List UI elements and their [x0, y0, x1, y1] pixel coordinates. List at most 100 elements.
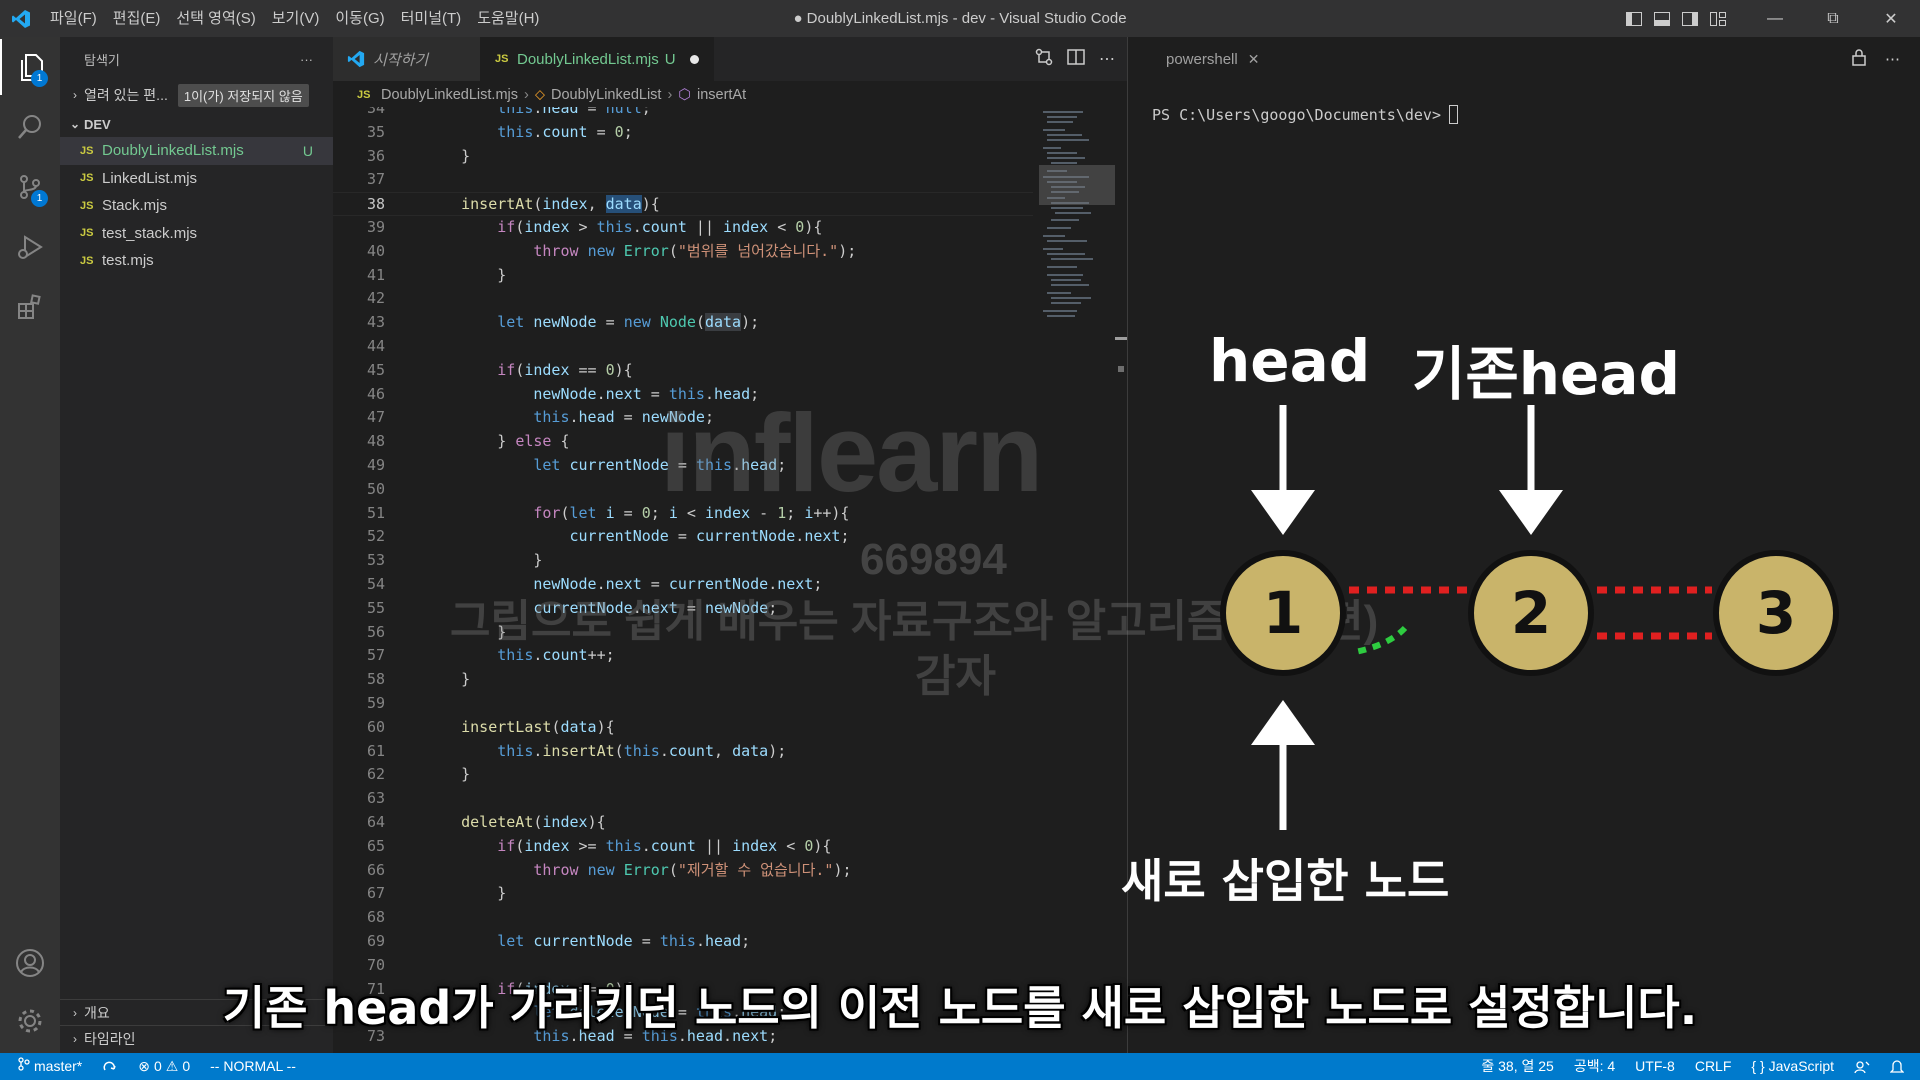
code-line[interactable]: 39 if(index > this.count || index < 0){: [333, 216, 1033, 240]
lock-icon[interactable]: [1851, 48, 1867, 70]
code-line[interactable]: 48 } else {: [333, 430, 1033, 454]
toggle-secondary-sidebar-icon[interactable]: [1676, 0, 1704, 37]
menu-view[interactable]: 보기(V): [264, 0, 328, 37]
code-line[interactable]: 38 insertAt(index, data){: [333, 192, 1033, 216]
code-line[interactable]: 60 insertLast(data){: [333, 716, 1033, 740]
scrollbar[interactable]: [1115, 337, 1127, 372]
code-line[interactable]: 56 }: [333, 621, 1033, 645]
more-actions-icon[interactable]: ⋯: [1885, 50, 1900, 68]
source-control-icon[interactable]: 1: [0, 159, 60, 215]
code-editor[interactable]: 34 this.head = null; 35 this.count = 0; 36…: [333, 107, 1127, 1053]
code-line[interactable]: 68: [333, 906, 1033, 930]
tab-powershell[interactable]: powershell: [1166, 51, 1238, 68]
file-name: DoublyLinkedList.mjs: [102, 142, 244, 160]
minimap[interactable]: [1039, 107, 1115, 327]
file-item-doublylinkedlist[interactable]: JS DoublyLinkedList.mjs U: [60, 137, 333, 165]
open-editors-section[interactable]: › 열려 있는 편... 1이(가) 저장되지 않음: [60, 82, 333, 108]
indentation[interactable]: 공백: 4: [1564, 1053, 1625, 1080]
sync-icon[interactable]: [92, 1053, 128, 1080]
menu-edit[interactable]: 편집(E): [105, 0, 169, 37]
run-debug-icon[interactable]: [0, 219, 60, 275]
close-icon[interactable]: ✕: [1248, 51, 1260, 68]
minimize-icon[interactable]: —: [1746, 0, 1804, 37]
compare-changes-icon[interactable]: [1035, 48, 1053, 71]
folder-dev-section[interactable]: ⌄ DEV: [60, 111, 333, 137]
close-icon[interactable]: ✕: [1862, 0, 1920, 37]
code-line[interactable]: 44: [333, 335, 1033, 359]
git-branch-icon: [18, 1053, 30, 1080]
tab-welcome[interactable]: 시작하기: [333, 37, 481, 81]
code-line[interactable]: 66 throw new Error("제거할 수 없습니다.");: [333, 859, 1033, 883]
problems-status[interactable]: ⊗ 0 ⚠ 0: [128, 1053, 200, 1080]
menu-file[interactable]: 파일(F): [42, 0, 105, 37]
encoding[interactable]: UTF-8: [1625, 1053, 1685, 1080]
code-line[interactable]: 40 throw new Error("범위를 넘어갔습니다.");: [333, 240, 1033, 264]
breadcrumb-class[interactable]: DoublyLinkedList: [551, 87, 661, 103]
code-line[interactable]: 65 if(index >= this.count || index < 0){: [333, 835, 1033, 859]
code-text: } else {: [425, 432, 570, 451]
branch-status[interactable]: master*: [0, 1053, 92, 1080]
code-line[interactable]: 37: [333, 168, 1033, 192]
line-number: 55: [366, 598, 385, 617]
breadcrumb-method[interactable]: insertAt: [697, 87, 746, 103]
customize-layout-icon[interactable]: [1704, 0, 1732, 37]
code-line[interactable]: 55 currentNode.next = newNode;: [333, 597, 1033, 621]
code-line[interactable]: 53 }: [333, 549, 1033, 573]
terminal-prompt[interactable]: PS C:\Users\googo\Documents\dev>: [1152, 105, 1458, 124]
code-line[interactable]: 34 this.head = null;: [333, 107, 1033, 121]
code-line[interactable]: 52 currentNode = currentNode.next;: [333, 525, 1033, 549]
menu-go[interactable]: 이동(G): [327, 0, 392, 37]
explorer-icon[interactable]: 1: [0, 39, 60, 95]
file-item-linkedlist[interactable]: JS LinkedList.mjs: [60, 165, 333, 193]
tab-doublylinkedlist[interactable]: JS DoublyLinkedList.mjs U: [481, 37, 714, 81]
file-item-test[interactable]: JS test.mjs: [60, 247, 333, 275]
code-line[interactable]: 51 for(let i = 0; i < index - 1; i++){: [333, 502, 1033, 526]
notifications-bell-icon[interactable]: [1880, 1053, 1920, 1080]
code-line[interactable]: 42: [333, 287, 1033, 311]
code-line[interactable]: 67 }: [333, 882, 1033, 906]
code-text: for(let i = 0; i < index - 1; i++){: [533, 503, 850, 522]
file-item-stack[interactable]: JS Stack.mjs: [60, 192, 333, 220]
vscode-logo-icon: [347, 50, 365, 68]
split-editor-icon[interactable]: [1067, 48, 1085, 70]
code-text: let currentNode = this.head;: [497, 932, 751, 950]
code-line[interactable]: 35 this.count = 0;: [333, 121, 1033, 145]
code-line[interactable]: 45 if(index == 0){: [333, 359, 1033, 383]
language-mode[interactable]: { } JavaScript: [1741, 1053, 1844, 1080]
line-number: 64: [366, 813, 385, 831]
code-line[interactable]: 47 this.head = newNode;: [333, 406, 1033, 430]
file-item-test-stack[interactable]: JS test_stack.mjs: [60, 220, 333, 248]
menu-terminal[interactable]: 터미널(T): [393, 0, 470, 37]
search-icon[interactable]: [0, 99, 60, 155]
explorer-more-icon[interactable]: ···: [300, 52, 313, 67]
js-file-icon: JS: [80, 199, 94, 212]
end-of-line[interactable]: CRLF: [1685, 1053, 1742, 1080]
cursor-position[interactable]: 줄 38, 열 25: [1471, 1053, 1563, 1080]
restore-icon[interactable]: ⧉: [1804, 0, 1862, 37]
unsaved-dot-icon[interactable]: [689, 54, 699, 64]
menu-selection[interactable]: 선택 영역(S): [168, 0, 263, 37]
code-line[interactable]: 36 }: [333, 145, 1033, 169]
menu-help[interactable]: 도움말(H): [469, 0, 547, 37]
toggle-panel-icon[interactable]: [1648, 0, 1676, 37]
code-line[interactable]: 61 this.insertAt(this.count, data);: [333, 740, 1033, 764]
line-number: 39: [366, 218, 385, 236]
toggle-primary-sidebar-icon[interactable]: [1620, 0, 1648, 37]
code-line[interactable]: 57 this.count++;: [333, 644, 1033, 668]
feedback-icon[interactable]: [1844, 1053, 1880, 1080]
code-line[interactable]: 62 }: [333, 763, 1033, 787]
code-line[interactable]: 43 let newNode = new Node(data);: [333, 311, 1033, 335]
breadcrumb-file[interactable]: DoublyLinkedList.mjs: [381, 87, 518, 103]
code-line[interactable]: 64 deleteAt(index){: [333, 811, 1033, 835]
code-line[interactable]: 54 newNode.next = currentNode.next;: [333, 573, 1033, 597]
code-line[interactable]: 69 let currentNode = this.head;: [333, 930, 1033, 954]
code-line[interactable]: 41 }: [333, 264, 1033, 288]
extensions-icon[interactable]: [0, 279, 60, 335]
code-line[interactable]: 50: [333, 478, 1033, 502]
code-line[interactable]: 59: [333, 692, 1033, 716]
code-line[interactable]: 46 newNode.next = this.head;: [333, 383, 1033, 407]
more-actions-icon[interactable]: ⋯: [1099, 49, 1115, 69]
code-line[interactable]: 63: [333, 787, 1033, 811]
code-line[interactable]: 58 }: [333, 668, 1033, 692]
code-line[interactable]: 49 let currentNode = this.head;: [333, 454, 1033, 478]
